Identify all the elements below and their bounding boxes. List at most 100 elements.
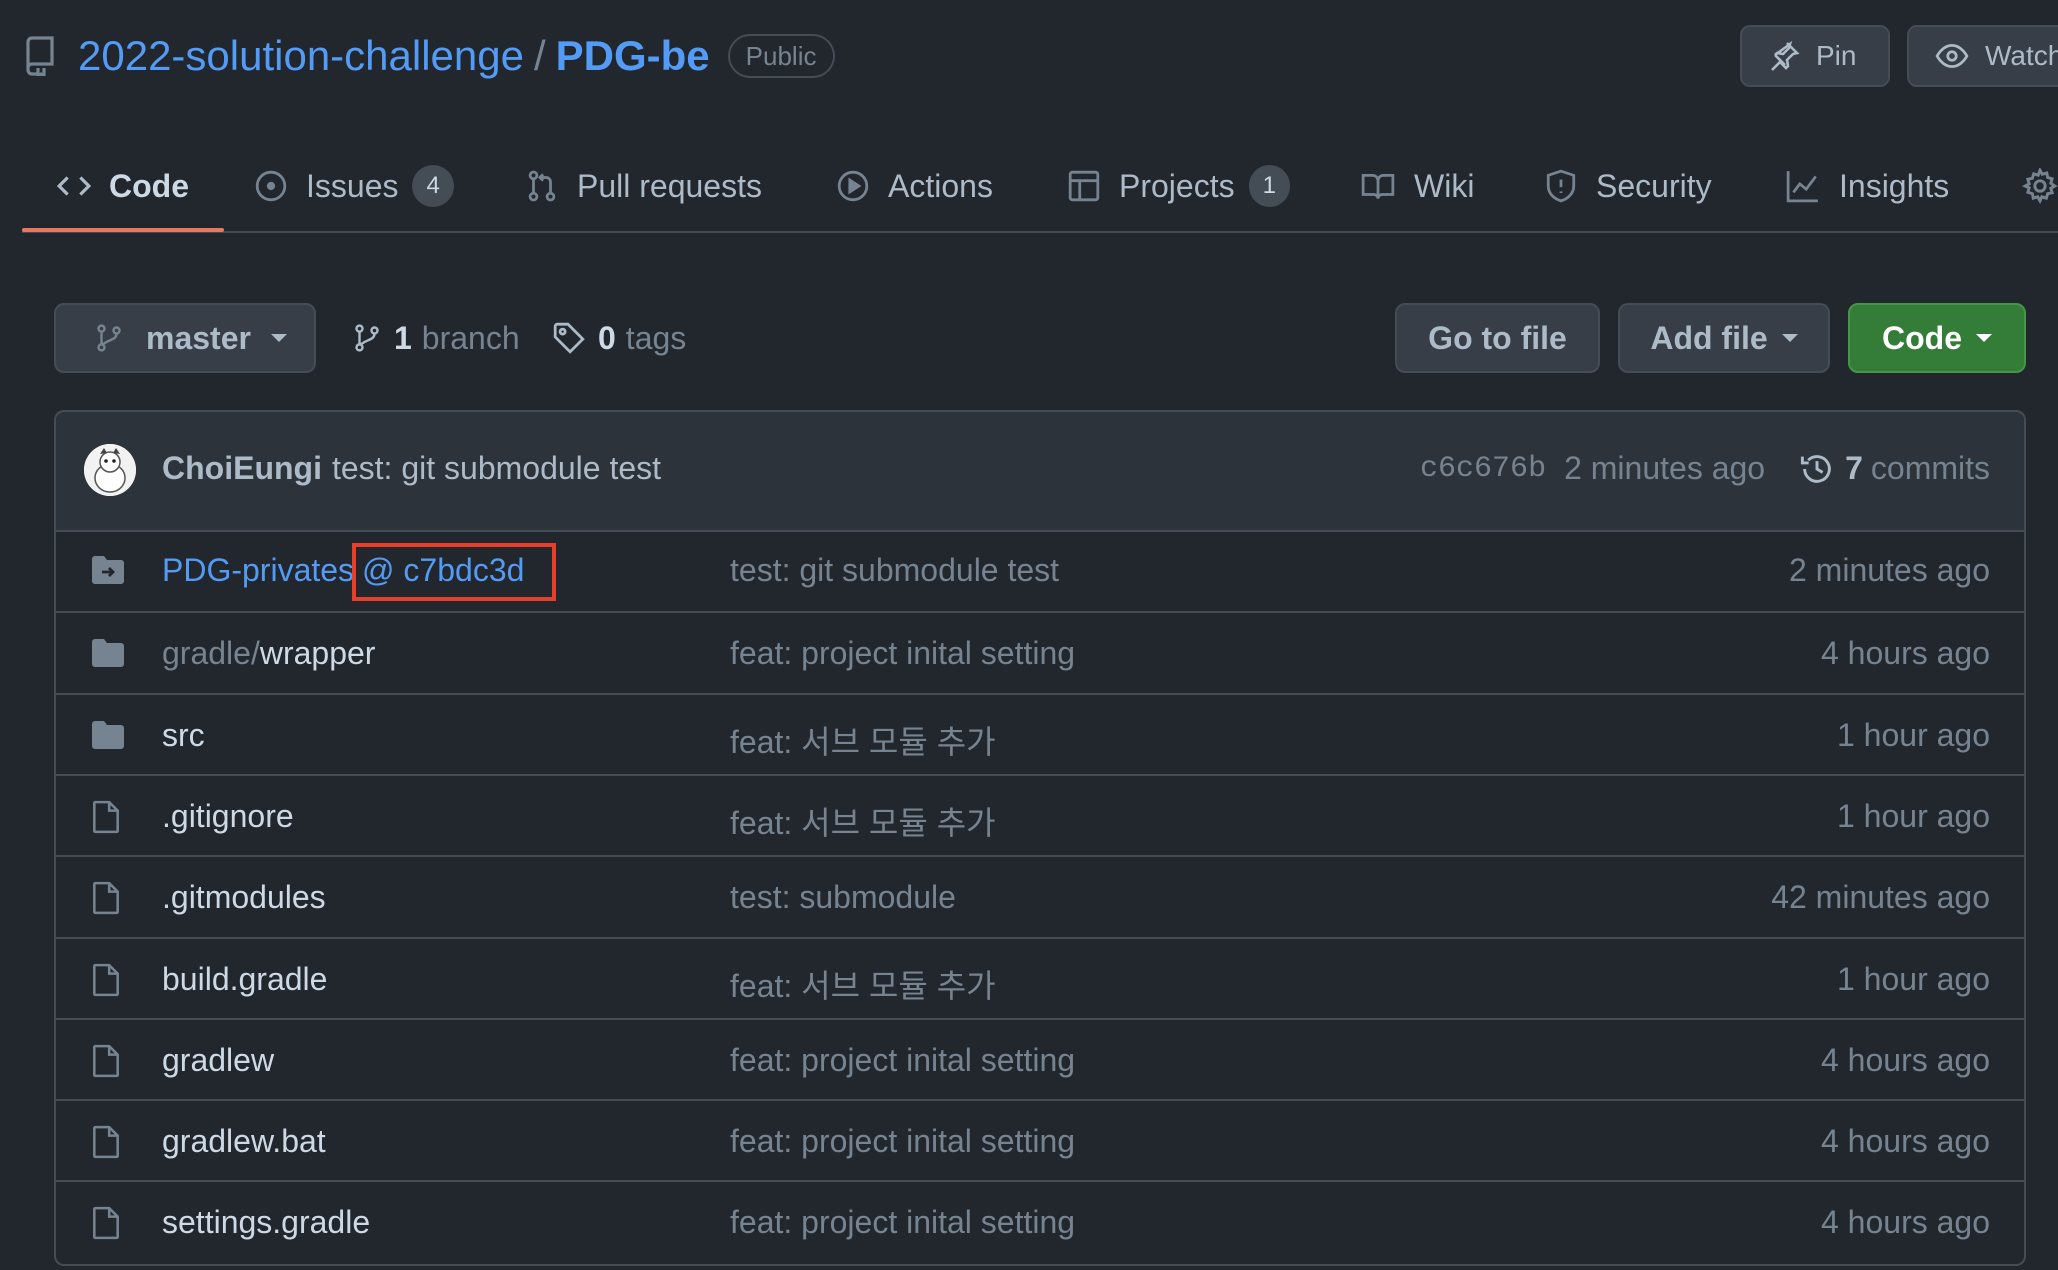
- file-commit-message[interactable]: test: git submodule test: [730, 552, 1059, 589]
- project-icon: [1068, 170, 1100, 202]
- chevron-down-icon: [1781, 334, 1798, 342]
- shield-icon: [1546, 169, 1576, 203]
- row-icon: [90, 637, 126, 669]
- table-row[interactable]: src feat: 서브 모듈 추가 1 hour ago: [56, 692, 2024, 774]
- table-row[interactable]: build.gradle feat: 서브 모듈 추가 1 hour ago: [56, 936, 2024, 1018]
- file-commit-age: 42 minutes ago: [1771, 879, 1990, 916]
- repo-owner-link[interactable]: 2022-solution-challenge: [78, 32, 524, 80]
- file-commit-age: 2 minutes ago: [1788, 552, 1990, 588]
- file-name-link[interactable]: gradle/wrapper: [162, 635, 375, 672]
- table-row[interactable]: .gitignore feat: 서브 모듈 추가 1 hour ago: [56, 773, 2024, 855]
- file-icon: [93, 963, 119, 996]
- tab-actions[interactable]: Actions: [836, 140, 993, 232]
- repo-icon: [26, 36, 54, 76]
- file-name-link[interactable]: .gitmodules: [162, 879, 326, 916]
- commit-sha[interactable]: c6c676b: [1420, 452, 1546, 486]
- row-icon: [90, 881, 122, 915]
- commit-message[interactable]: test: git submodule test: [332, 450, 661, 486]
- tab-projects[interactable]: Projects 1: [1067, 140, 1290, 232]
- chevron-down-icon: [1976, 334, 1992, 342]
- repo-name-link[interactable]: PDG-be: [556, 32, 710, 80]
- branches-label: branch: [421, 319, 520, 356]
- file-commit-message[interactable]: test: submodule: [730, 879, 956, 916]
- file-commit-message[interactable]: feat: 서브 모듈 추가: [730, 961, 996, 1007]
- row-icon: [90, 719, 126, 751]
- branch-icon: [355, 324, 379, 352]
- file-commit-age: 4 hours ago: [1820, 635, 1990, 672]
- add-file-button[interactable]: Add file: [1618, 303, 1830, 373]
- file-name-link[interactable]: build.gradle: [162, 961, 327, 998]
- branch-selector[interactable]: master: [54, 303, 316, 373]
- file-name: src: [162, 716, 205, 753]
- file-commit-message[interactable]: feat: project inital setting: [730, 1123, 1075, 1160]
- watch-button[interactable]: Watch: [1907, 25, 2058, 87]
- file-name-link[interactable]: settings.gradle: [162, 1204, 370, 1241]
- eye-icon: [1935, 43, 1969, 69]
- selected-tab-indicator: [22, 228, 224, 232]
- add-file-label: Add file: [1650, 319, 1768, 356]
- file-name: build.gradle: [162, 960, 328, 997]
- table-row[interactable]: gradle/wrapper feat: project inital setti…: [56, 611, 2024, 692]
- history-icon: [1801, 454, 1831, 483]
- file-commit-message[interactable]: feat: 서브 모듈 추가: [730, 798, 996, 844]
- file-submodule-icon: [92, 556, 124, 584]
- pin-button[interactable]: Pin: [1740, 25, 1890, 87]
- file-commit-age: 4 hours ago: [1820, 1204, 1990, 1241]
- file-commit-message[interactable]: feat: project inital setting: [730, 1204, 1075, 1241]
- tab-wiki-label: Wiki: [1414, 167, 1475, 204]
- commit-meta: c6c676b 2 minutes ago 7 commits: [1420, 450, 1990, 487]
- gear-icon: [2022, 168, 2058, 204]
- file-listing: ChoiEungi test: git submodule test c6c676…: [54, 410, 2026, 1266]
- commit-author-name[interactable]: ChoiEungi: [162, 450, 322, 486]
- commit-time: 2 minutes ago: [1564, 450, 1766, 486]
- row-icon: [90, 800, 122, 834]
- play-icon: [837, 170, 869, 202]
- tag-icon: [553, 322, 585, 354]
- tab-security[interactable]: Security: [1544, 140, 1712, 232]
- tab-settings[interactable]: [2022, 140, 2058, 232]
- file-commit-message[interactable]: feat: 서브 모듈 추가: [730, 717, 996, 763]
- tags-link[interactable]: 0 tags: [552, 312, 686, 364]
- file-commit-age: 1 hour ago: [1836, 797, 1990, 834]
- file-name-link[interactable]: src: [162, 717, 205, 754]
- file-name-link[interactable]: .gitignore: [162, 798, 294, 835]
- go-to-file-button[interactable]: Go to file: [1395, 303, 1600, 373]
- tab-issues[interactable]: Issues 4: [254, 140, 454, 232]
- file-name-link[interactable]: gradlew: [162, 1042, 274, 1079]
- avatar[interactable]: [84, 444, 136, 496]
- table-row[interactable]: gradlew feat: project inital setting 4 hou…: [56, 1017, 2024, 1099]
- tab-insights[interactable]: Insights: [1785, 140, 1949, 232]
- file-icon: [93, 800, 119, 834]
- pin-icon: [1771, 40, 1800, 71]
- commits-history-link[interactable]: 7 commits: [1799, 450, 1990, 487]
- file-icon: [93, 1125, 119, 1159]
- file-commit-message[interactable]: feat: project inital setting: [730, 635, 1075, 672]
- table-row[interactable]: settings.gradle feat: project inital sett…: [56, 1180, 2024, 1261]
- commits-label: commits: [1870, 450, 1990, 486]
- file-name: .gitignore: [162, 797, 294, 834]
- table-row[interactable]: gradlew.bat feat: project inital setting 4…: [56, 1099, 2024, 1180]
- pull-request-icon: [528, 170, 556, 202]
- book-icon: [1361, 173, 1395, 200]
- tab-code[interactable]: Code: [22, 140, 224, 232]
- branch-icon: [97, 324, 121, 352]
- graph-icon: [1786, 171, 1818, 203]
- tab-pull-requests-label: Pull requests: [577, 167, 762, 204]
- commits-count: 7: [1845, 450, 1863, 486]
- file-commit-message[interactable]: feat: project inital setting: [730, 1042, 1075, 1079]
- file-name: wrapper: [259, 635, 376, 672]
- code-button[interactable]: Code: [1848, 303, 2026, 373]
- tab-pull-requests[interactable]: Pull requests: [525, 140, 762, 232]
- table-row[interactable]: .gitmodules test: submodule 42 minutes ago: [56, 855, 2024, 936]
- projects-counter: 1: [1248, 165, 1290, 207]
- tab-wiki[interactable]: Wiki: [1360, 140, 1474, 232]
- file-name: settings.gradle: [162, 1204, 371, 1241]
- row-icon: [90, 963, 122, 997]
- file-name-link[interactable]: gradlew.bat: [162, 1123, 326, 1160]
- code-button-label: Code: [1882, 319, 1962, 356]
- row-icon: [90, 1125, 122, 1159]
- commit-author[interactable]: ChoiEungi test: git submodule test: [162, 450, 661, 487]
- branches-link[interactable]: 1 branch: [352, 312, 520, 364]
- repo-path-separator: /: [533, 32, 546, 79]
- tags-label: tags: [625, 319, 687, 356]
